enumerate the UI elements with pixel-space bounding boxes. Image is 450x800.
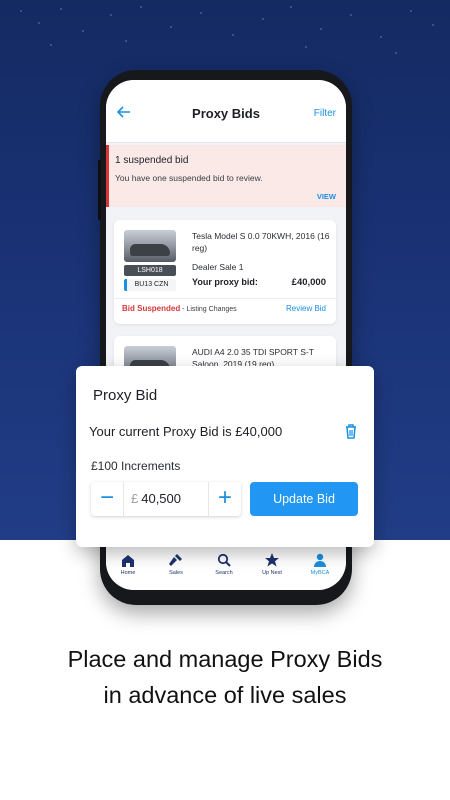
decrement-button[interactable]: − xyxy=(91,482,124,516)
bottom-navigation: Home Sales Search Up Next MyBCA xyxy=(106,545,346,590)
page-title: Proxy Bids xyxy=(192,106,260,121)
proxy-bid-modal: Proxy Bid Your current Proxy Bid is £40,… xyxy=(76,366,374,547)
sale-name: Dealer Sale 1 xyxy=(192,262,244,272)
vehicle-title: Tesla Model S 0.0 70KWH, 2016 (16 reg) xyxy=(192,231,330,253)
home-icon xyxy=(122,555,134,567)
update-bid-button[interactable]: Update Bid xyxy=(250,482,358,516)
filter-button[interactable]: Filter xyxy=(314,108,336,119)
card-divider xyxy=(114,298,336,299)
nav-up-next[interactable]: Up Next xyxy=(252,552,292,576)
nav-sales[interactable]: Sales xyxy=(156,552,196,576)
search-icon xyxy=(217,553,231,567)
alert-message: You have one suspended bid to review. xyxy=(115,173,263,183)
nav-home[interactable]: Home xyxy=(108,552,148,576)
lot-badge: LSH018 xyxy=(124,265,176,276)
proxy-bid-value: £40,000 xyxy=(291,277,326,288)
modal-title: Proxy Bid xyxy=(93,387,158,404)
phone-button xyxy=(98,160,101,220)
nav-label: Up Next xyxy=(262,570,282,576)
increment-button[interactable]: + xyxy=(208,482,241,516)
gavel-icon xyxy=(169,554,182,566)
nav-label: Sales xyxy=(169,570,183,576)
alert-view-link[interactable]: VIEW xyxy=(317,192,336,201)
alert-title: 1 suspended bid xyxy=(115,155,189,166)
registration-plate: BU13 CZN xyxy=(124,279,176,291)
nav-label: Search xyxy=(215,570,233,576)
bid-amount-value: 40,500 xyxy=(141,491,181,506)
nav-search[interactable]: Search xyxy=(204,552,244,576)
bid-status: Bid Suspended - Listing Changes xyxy=(122,304,237,313)
increments-label: £100 Increments xyxy=(91,459,181,473)
bid-status-text: Bid Suspended xyxy=(122,304,181,313)
bid-amount-input[interactable]: £40,500 xyxy=(131,491,181,506)
suspended-bid-alert: 1 suspended bid You have one suspended b… xyxy=(106,145,346,207)
listing-card[interactable]: LSH018 BU13 CZN Tesla Model S 0.0 70KWH,… xyxy=(114,220,336,324)
nav-label: MyBCA xyxy=(310,570,330,576)
proxy-bid-label: Your proxy bid: xyxy=(192,277,258,287)
trash-icon[interactable] xyxy=(342,422,360,440)
caption-line-2: in advance of live sales xyxy=(103,682,347,708)
bid-amount-stepper: − £40,500 + xyxy=(91,482,241,516)
app-header: Proxy Bids Filter xyxy=(106,80,346,143)
caption-line-1: Place and manage Proxy Bids xyxy=(67,646,383,672)
nav-label: Home xyxy=(120,570,136,576)
currency-symbol: £ xyxy=(131,491,139,506)
review-bid-link[interactable]: Review Bid xyxy=(286,304,326,313)
star-icon xyxy=(265,553,279,567)
person-icon xyxy=(314,553,326,567)
bid-status-detail: - Listing Changes xyxy=(180,306,237,313)
nav-mybca[interactable]: MyBCA xyxy=(300,552,340,576)
current-proxy-bid-text: Your current Proxy Bid is £40,000 xyxy=(89,424,283,439)
vehicle-thumbnail xyxy=(124,230,176,262)
